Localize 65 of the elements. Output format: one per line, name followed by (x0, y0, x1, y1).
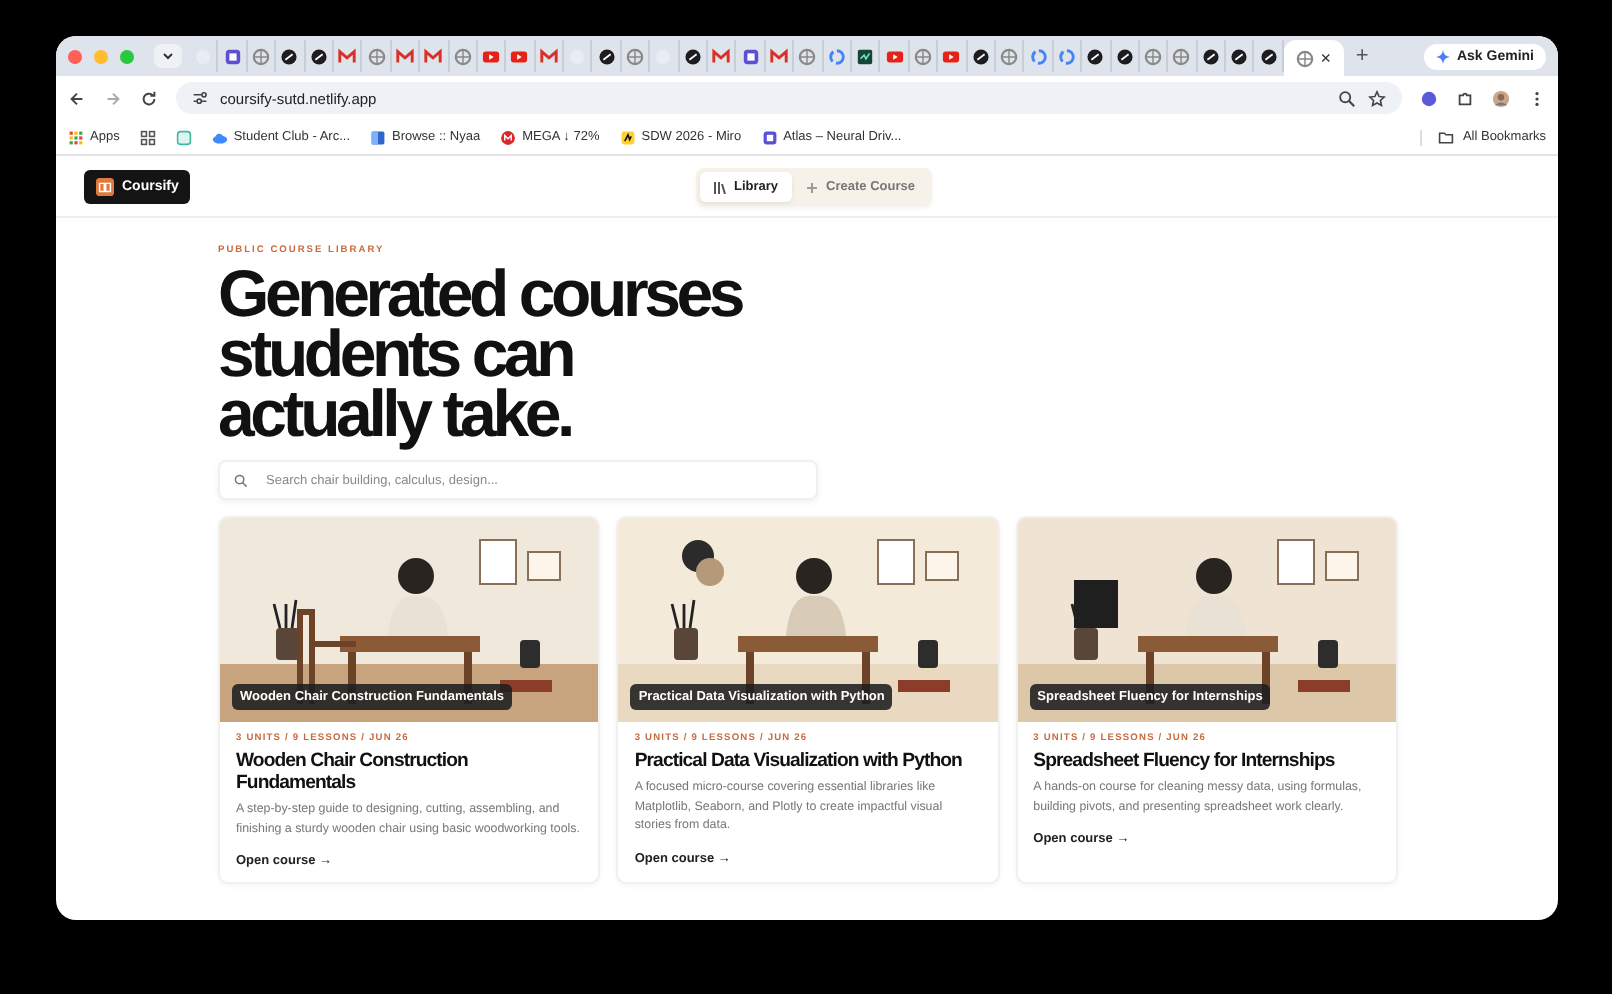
favicon-icon (885, 47, 904, 65)
reload-icon[interactable] (140, 89, 158, 107)
folder-icon (1438, 129, 1455, 145)
favicon-icon (482, 47, 501, 65)
extension-icon[interactable] (1420, 89, 1438, 107)
chevron-down-icon (162, 52, 174, 60)
favicon-icon (1230, 47, 1249, 65)
close-tab-button[interactable]: × (1320, 48, 1331, 68)
favicon-icon (597, 47, 616, 65)
favicon-icon (1144, 47, 1163, 65)
bookmark[interactable] (139, 129, 156, 145)
browser-tab[interactable] (1226, 40, 1255, 72)
library-icon (714, 181, 726, 193)
favicon-icon (626, 47, 645, 65)
puzzle-icon[interactable] (1456, 89, 1474, 107)
course-card[interactable] (616, 516, 1000, 884)
avatar-icon[interactable] (1492, 89, 1510, 107)
course-card[interactable] (1015, 516, 1398, 884)
bookmark-icon (139, 129, 156, 145)
favicon-icon (510, 47, 529, 65)
sparkle-icon (1436, 49, 1451, 63)
browser-tab[interactable]: × (1283, 40, 1344, 76)
favicon-icon (338, 47, 357, 65)
bookmark-icon (761, 129, 778, 145)
search-icon (234, 474, 248, 488)
plus-icon (806, 181, 819, 193)
bookmark-icon (175, 129, 192, 145)
back-icon[interactable] (68, 89, 86, 107)
favicon-icon (856, 47, 875, 65)
favicon-icon (1115, 47, 1134, 65)
zoom-icon[interactable] (1338, 89, 1356, 107)
bookmark-star-icon[interactable] (1368, 89, 1386, 107)
forward-icon[interactable] (104, 89, 122, 107)
favicon-icon (309, 47, 328, 65)
favicon-icon (798, 47, 817, 65)
favicon-icon (683, 47, 702, 65)
favicon-icon (1086, 47, 1105, 65)
bookmark-icon (370, 129, 386, 145)
favicon-icon (1172, 47, 1191, 65)
favicon-icon (1000, 47, 1019, 65)
favicon-icon (1201, 47, 1220, 65)
course-title: Practical Data Visualization with Python (634, 750, 964, 772)
bookmark-icon (211, 129, 228, 145)
site-settings-icon[interactable] (192, 90, 208, 106)
close-window-button[interactable] (68, 49, 82, 63)
favicon-icon (942, 47, 961, 65)
favicon-icon (1296, 49, 1315, 67)
course-title: Wooden Chair Construction Fundamentals (236, 750, 470, 794)
new-tab-button[interactable]: + (1355, 44, 1369, 68)
favicon-icon (280, 47, 299, 65)
browser-tab[interactable] (1082, 40, 1111, 72)
favicon-icon (827, 47, 846, 65)
favicon-icon (251, 47, 270, 65)
bookmark-icon (68, 129, 84, 145)
tab-search-button[interactable] (154, 44, 182, 68)
course-card[interactable] (218, 516, 601, 884)
favicon-icon (453, 47, 472, 65)
course-title: Spreadsheet Fluency for Internships (1033, 750, 1337, 772)
favicon-icon (971, 47, 990, 65)
browser-tab[interactable] (276, 40, 306, 72)
favicon-icon (913, 47, 932, 65)
favicon-icon (1259, 47, 1278, 65)
bookmark-icon (619, 129, 636, 145)
bookmark-icon (500, 129, 517, 145)
favicon-icon (367, 47, 386, 65)
